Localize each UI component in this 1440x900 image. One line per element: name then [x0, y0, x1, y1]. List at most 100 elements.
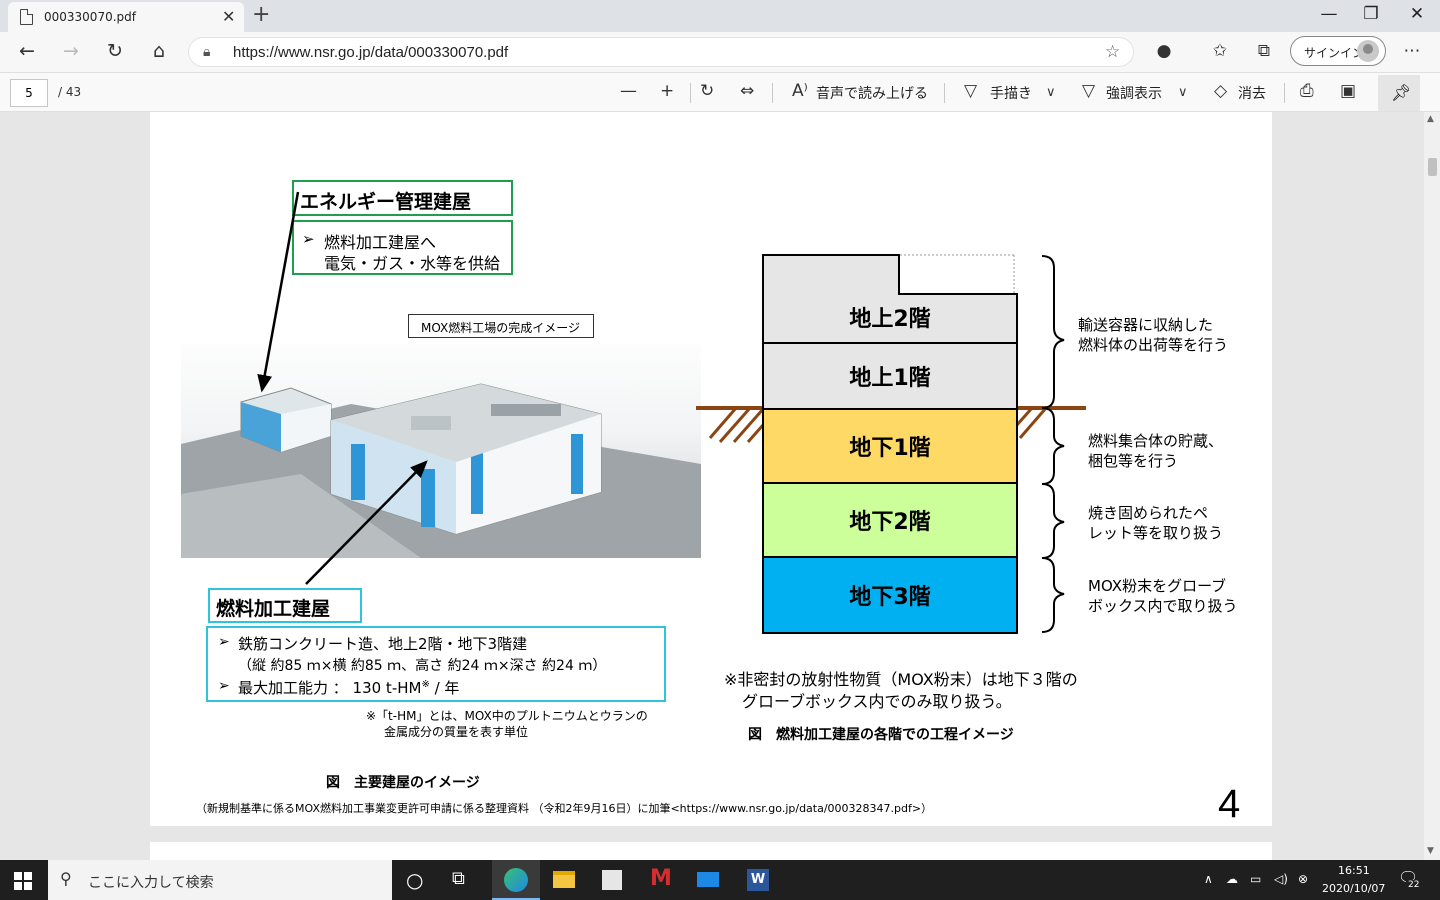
new-tab-button[interactable]: +: [252, 2, 270, 27]
toolbar-divider: [1284, 83, 1285, 103]
fit-page-icon[interactable]: ⇔: [740, 81, 754, 101]
mail-taskbar-button[interactable]: [684, 860, 732, 900]
print-icon[interactable]: ⎙: [1300, 81, 1314, 101]
draw-button[interactable]: 手描き: [990, 83, 1032, 103]
rotate-icon[interactable]: ↻: [700, 81, 714, 101]
source-note: （新規制基準に係るMOX燃料加工事業変更許可申請に係る整理資料 （令和2年9月1…: [196, 802, 933, 815]
draw-icon[interactable]: ▽: [964, 81, 977, 101]
tab-active[interactable]: 000330070.pdf ✕: [8, 2, 244, 32]
minimize-button[interactable]: —: [1306, 4, 1352, 24]
clock-date[interactable]: 2020/10/07: [1322, 882, 1385, 895]
task-view-icon[interactable]: ⧉: [452, 868, 465, 889]
fuel-building-title: 燃料加工建屋: [216, 598, 331, 620]
edge-icon: [504, 868, 528, 892]
highlight-icon[interactable]: ▽: [1082, 81, 1095, 101]
highlight-button[interactable]: 強調表示: [1106, 83, 1162, 103]
eraser-icon[interactable]: ◇: [1214, 81, 1227, 101]
zoom-in-icon[interactable]: +: [660, 81, 674, 101]
maximize-button[interactable]: ❐: [1348, 4, 1394, 24]
scroll-down-icon[interactable]: ▼: [1427, 846, 1434, 856]
windows-taskbar: ⚲ ここに入力して検索 ○ ⧉ M W ∧ ☁ ▭ ◁) ⊗ 16:51 202…: [0, 860, 1440, 900]
more-menu-icon[interactable]: ⋯: [1398, 41, 1426, 61]
floor-note-4-line1: MOX粉末をグローブ: [1088, 577, 1227, 595]
pdf-page: エネルギー管理建屋 ➢ 燃料加工建屋へ 電気・ガス・水等を供給 MOX燃料工場の…: [150, 112, 1272, 826]
network-icon[interactable]: ▭: [1250, 872, 1261, 886]
notification-count: 22: [1406, 880, 1422, 890]
store-taskbar-button[interactable]: [588, 860, 636, 900]
figure-left-caption: 図 主要建屋のイメージ: [326, 775, 480, 791]
vertical-scrollbar[interactable]: ▲ ▼: [1424, 112, 1440, 860]
collections-icon[interactable]: ⧉: [1250, 41, 1278, 61]
word-taskbar-button[interactable]: W: [734, 860, 782, 900]
scrollbar-thumb[interactable]: [1428, 158, 1437, 176]
taskbar-search-box[interactable]: ⚲ ここに入力して検索: [48, 860, 392, 900]
windows-start-icon[interactable]: [14, 872, 32, 890]
notice-line1: ※非密封の放射性物質（MOX粉末）は地下３階の: [724, 670, 1078, 689]
floor-note-2-line2: 梱包等を行う: [1088, 452, 1179, 470]
figure-right-caption: 図 燃料加工建屋の各階での工程イメージ: [748, 727, 1014, 743]
bullet-arrow-icon: ➢: [218, 634, 230, 650]
fuel-building-dimensions: （縦 約85 ｍ×横 約85 ｍ、高さ 約24 ｍ×深さ 約24 ｍ）: [238, 658, 607, 674]
chevron-down-icon[interactable]: ∨: [1046, 85, 1056, 100]
favorite-star-icon[interactable]: ☆: [1105, 42, 1120, 62]
floor-1f-label: 地上1階: [849, 366, 931, 391]
url-text[interactable]: https://www.nsr.go.jp/data/000330070.pdf: [233, 44, 508, 61]
bullet-arrow-icon: ➢: [218, 678, 230, 694]
mail-icon: [697, 872, 719, 887]
explorer-taskbar-button[interactable]: [540, 860, 588, 900]
zoom-out-icon[interactable]: —: [620, 81, 637, 101]
floor-1f: 地上1階: [762, 342, 1018, 410]
floor-note-2-line1: 燃料集合体の貯蔵、: [1088, 432, 1224, 450]
erase-button[interactable]: 消去: [1238, 83, 1266, 103]
floor-note-3-line2: レット等を取り扱う: [1088, 524, 1224, 542]
address-bar[interactable]: 🔒︎ https://www.nsr.go.jp/data/000330070.…: [188, 37, 1134, 67]
fuel-building-title-box: 燃料加工建屋: [208, 588, 362, 623]
avatar-icon: [1357, 40, 1379, 62]
document-icon: [20, 9, 33, 25]
floor-note-1-line2: 燃料体の出荷等を行う: [1078, 336, 1229, 354]
save-icon[interactable]: ▣: [1340, 81, 1356, 101]
floor-2f-label: 地上2階: [849, 307, 931, 332]
signin-label: サインイン: [1304, 46, 1365, 60]
tab-close-button[interactable]: ✕: [222, 7, 235, 26]
pdf-viewer[interactable]: エネルギー管理建屋 ➢ 燃料加工建屋へ 電気・ガス・水等を供給 MOX燃料工場の…: [0, 112, 1424, 860]
clock-time[interactable]: 16:51: [1338, 864, 1370, 877]
floor-diagram: 地上2階 地上1階 地下1階 地下2階 地下3階 輸送容器に収納した 燃料体の出…: [670, 242, 1260, 642]
mcafee-taskbar-button[interactable]: M: [636, 860, 684, 900]
folder-icon: [553, 871, 575, 888]
read-aloud-button[interactable]: 音声で読み上げる: [816, 83, 928, 103]
pin-toolbar-button[interactable]: 📌︎: [1378, 75, 1420, 111]
read-aloud-icon[interactable]: A⁾: [792, 81, 808, 101]
floor-note-3-line1: 焼き固められたペ: [1088, 504, 1209, 522]
mcafee-tray-icon[interactable]: ⊗: [1298, 872, 1308, 886]
close-window-button[interactable]: ✕: [1394, 4, 1440, 24]
capacity-unit: / 年: [429, 679, 460, 697]
floor-b2-label: 地下2階: [849, 510, 931, 535]
toolbar-divider: [944, 83, 945, 103]
chevron-down-icon[interactable]: ∨: [1178, 85, 1188, 100]
capacity-value: 最大加工能力 ： 130 t-HM: [238, 679, 422, 697]
back-icon[interactable]: ←: [12, 40, 42, 62]
extension-icon[interactable]: ●: [1150, 41, 1178, 61]
search-placeholder: ここに入力して検索: [88, 875, 214, 891]
forward-icon[interactable]: →: [56, 40, 86, 62]
scroll-up-icon[interactable]: ▲: [1427, 114, 1434, 124]
floor-2f: 地上2階: [762, 292, 1018, 342]
notice-line2: グローブボックス内でのみ取り扱う。: [742, 692, 1012, 711]
edge-taskbar-button[interactable]: [492, 860, 540, 900]
page-number-input[interactable]: 5: [10, 79, 48, 107]
signin-button[interactable]: サインイン: [1290, 36, 1386, 66]
lock-icon[interactable]: 🔒︎: [203, 44, 210, 60]
home-icon[interactable]: ⌂: [144, 40, 174, 62]
tab-strip: 000330070.pdf ✕ + — ❐ ✕: [0, 0, 1440, 32]
onedrive-icon[interactable]: ☁: [1226, 872, 1238, 886]
toolbar-divider: [690, 83, 691, 103]
volume-icon[interactable]: ◁): [1274, 872, 1288, 886]
cortana-icon[interactable]: ○: [406, 868, 423, 892]
floor-b1-label: 地下1階: [849, 436, 931, 461]
annotation-arrows: [257, 191, 428, 585]
chevron-up-icon[interactable]: ∧: [1204, 872, 1213, 886]
word-icon: W: [747, 869, 769, 891]
refresh-icon[interactable]: ↻: [100, 40, 130, 62]
favorites-icon[interactable]: ✩: [1206, 41, 1234, 61]
